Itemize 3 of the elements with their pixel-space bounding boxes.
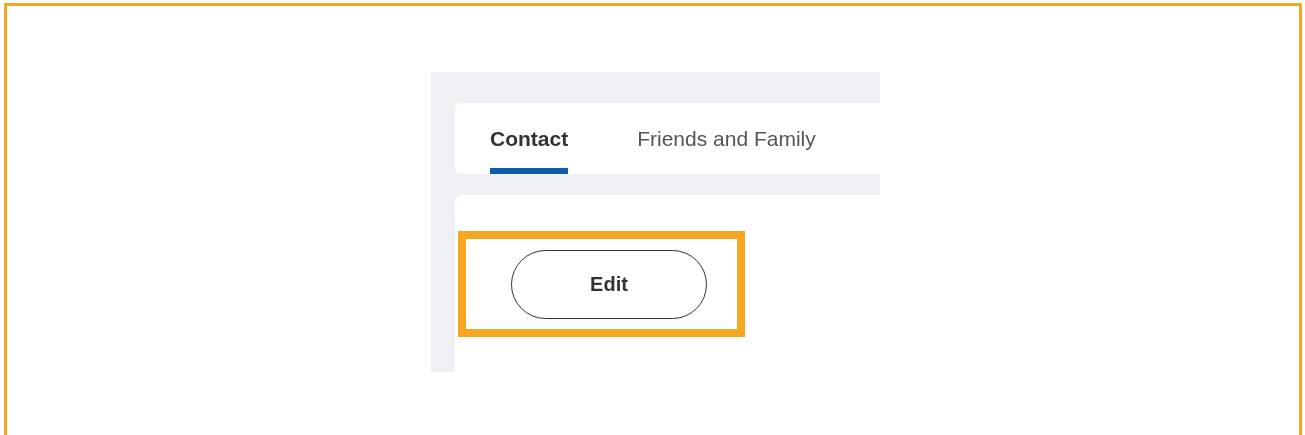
tab[interactable]: Contact [490, 103, 569, 175]
edit-button[interactable]: Edit [511, 250, 707, 320]
tab[interactable]: Friends and Family [637, 103, 816, 175]
